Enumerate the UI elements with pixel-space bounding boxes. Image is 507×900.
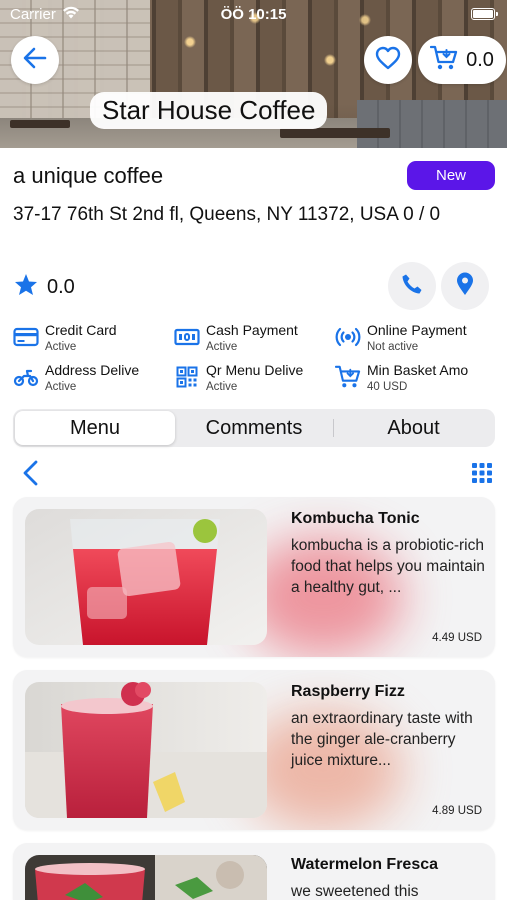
battery-icon bbox=[471, 8, 498, 20]
location-button[interactable] bbox=[441, 262, 489, 310]
feature-title: Credit Card bbox=[45, 322, 117, 338]
credit-card-icon bbox=[13, 324, 39, 350]
feature-title: Online Payment bbox=[367, 322, 467, 338]
store-tagline: a unique coffee bbox=[13, 163, 164, 188]
star-icon bbox=[14, 273, 38, 302]
product-image bbox=[25, 509, 267, 645]
qr-code-icon bbox=[174, 364, 200, 390]
store-title: Star House Coffee bbox=[90, 92, 328, 129]
chevron-left-icon bbox=[20, 460, 44, 491]
product-card[interactable]: Watermelon Fresca we sweetened this bbox=[13, 843, 495, 900]
product-image bbox=[25, 855, 267, 900]
feature-credit-card: Credit Card Active bbox=[13, 322, 117, 353]
cart-button[interactable]: 0.0 bbox=[418, 36, 506, 84]
status-bar: Carrier ÖÖ 10:15 bbox=[0, 0, 507, 28]
cart-icon bbox=[335, 364, 361, 390]
grid-icon bbox=[471, 463, 493, 488]
feature-cash-payment: Cash Payment Active bbox=[174, 322, 298, 353]
product-card[interactable]: Kombucha Tonic kombucha is a probiotic-r… bbox=[13, 497, 495, 657]
wireless-icon bbox=[335, 324, 361, 350]
cash-icon bbox=[174, 324, 200, 350]
feature-online-payment: Online Payment Not active bbox=[335, 322, 467, 353]
product-name: Kombucha Tonic bbox=[291, 510, 420, 527]
feature-status: Not active bbox=[367, 341, 419, 353]
feature-status: 40 USD bbox=[367, 381, 408, 393]
favorite-button[interactable] bbox=[364, 36, 412, 84]
cart-amount: 0.0 bbox=[466, 48, 494, 71]
tab-comments[interactable]: Comments bbox=[175, 411, 333, 445]
product-description: an extraordinary taste with the ginger a… bbox=[291, 710, 473, 769]
call-button[interactable] bbox=[388, 262, 436, 310]
product-image bbox=[25, 682, 267, 818]
product-name: Raspberry Fizz bbox=[291, 683, 405, 700]
feature-status: Active bbox=[206, 381, 238, 393]
category-back-button[interactable] bbox=[20, 459, 44, 487]
product-description: we sweetened this bbox=[291, 883, 419, 900]
feature-status: Active bbox=[45, 341, 77, 353]
heart-icon bbox=[375, 46, 401, 75]
table bbox=[280, 128, 390, 138]
tab-about[interactable]: About bbox=[334, 411, 493, 445]
rating-value: 0.0 bbox=[47, 276, 75, 298]
table bbox=[10, 120, 70, 128]
sofa bbox=[357, 100, 507, 148]
scooter-icon bbox=[13, 364, 39, 390]
map-pin-icon bbox=[456, 272, 474, 301]
product-price: 4.49 USD bbox=[432, 632, 482, 644]
rating: 0.0 bbox=[14, 273, 75, 302]
arrow-left-icon bbox=[23, 47, 47, 74]
product-price: 4.89 USD bbox=[432, 805, 482, 817]
tab-menu[interactable]: Menu bbox=[15, 411, 175, 445]
product-card[interactable]: Raspberry Fizz an extraordinary taste wi… bbox=[13, 670, 495, 830]
clock: ÖÖ 10:15 bbox=[220, 6, 287, 23]
grid-view-button[interactable] bbox=[471, 462, 493, 484]
feature-title: Cash Payment bbox=[206, 322, 298, 338]
feature-title: Address Delive bbox=[45, 362, 140, 378]
back-button[interactable] bbox=[11, 36, 59, 84]
feature-qr-menu-delivery: Qr Menu Delive Active bbox=[174, 362, 303, 393]
feature-status: Active bbox=[45, 381, 77, 393]
product-name: Watermelon Fresca bbox=[291, 856, 439, 873]
store-address: 37-17 76th St 2nd fl, Queens, NY 11372, … bbox=[13, 204, 441, 225]
feature-min-basket: Min Basket Amo 40 USD bbox=[335, 362, 468, 393]
feature-address-delivery: Address Delive Active bbox=[13, 362, 139, 393]
phone-icon bbox=[401, 273, 423, 300]
cart-icon bbox=[429, 45, 458, 76]
segmented-tabs: Menu Comments About bbox=[13, 409, 495, 447]
new-badge: New bbox=[407, 161, 495, 190]
feature-title: Min Basket Amo bbox=[367, 362, 469, 378]
product-description: kombucha is a probiotic-rich food that h… bbox=[291, 537, 485, 596]
feature-title: Qr Menu Delive bbox=[206, 362, 304, 378]
feature-status: Active bbox=[206, 341, 238, 353]
